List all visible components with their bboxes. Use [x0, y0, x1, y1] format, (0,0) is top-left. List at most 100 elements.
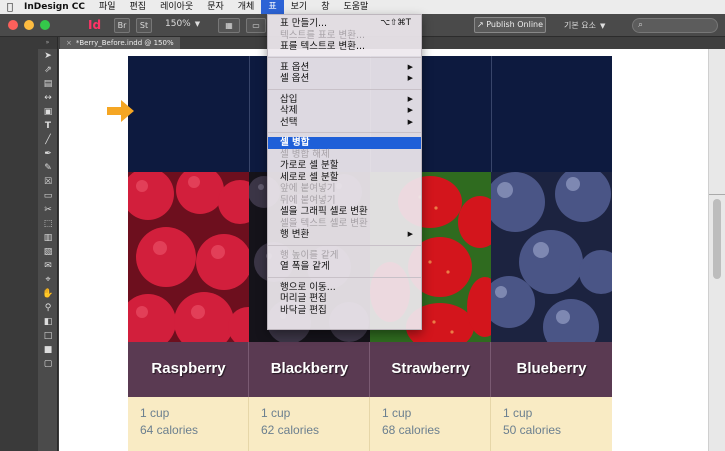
menu-item[interactable]: 표 옵션 ▶	[268, 62, 421, 74]
workspace-switcher[interactable]: 기본 요소 ▼	[564, 20, 605, 31]
blueberry-image	[491, 172, 612, 342]
minimize-window-button[interactable]	[24, 20, 34, 30]
menu-item[interactable]: 표 만들기... ⌥⇧⌘T	[268, 18, 421, 30]
menu-item-label: 셀 병합 해제	[280, 148, 330, 160]
menu-item[interactable]: 세로로 셀 분할	[268, 172, 421, 184]
table-cell-name[interactable]: Raspberry	[128, 342, 249, 397]
menu-item[interactable]: 머리글 편집	[268, 293, 421, 305]
pencil-tool-icon[interactable]: ✎	[38, 161, 58, 175]
view-options-icon[interactable]: ▦	[218, 18, 240, 33]
serving-amount: 1 cup	[503, 406, 533, 420]
serving-amount: 1 cup	[140, 406, 170, 420]
close-window-button[interactable]	[8, 20, 18, 30]
gradient-swatch-tool-icon[interactable]: ▥	[38, 231, 58, 245]
line-tool-icon[interactable]: ╱	[38, 133, 58, 147]
menu-view[interactable]: 보기	[284, 0, 315, 14]
raspberry-photo[interactable]	[128, 172, 249, 342]
menu-item-label: 셀 옵션	[280, 73, 310, 84]
zoom-tool-icon[interactable]: ⚲	[38, 301, 58, 315]
table-cell-info[interactable]: 1 cup 64 calories	[128, 397, 249, 451]
menu-item-label: 뒤에 붙여넣기	[280, 194, 336, 206]
menu-item[interactable]: 행으로 이동...	[268, 282, 421, 294]
note-tool-icon[interactable]: ✉	[38, 259, 58, 273]
formatting-affects-icon[interactable]: □	[38, 329, 58, 343]
rectangle-frame-tool-icon[interactable]: ☒	[38, 175, 58, 189]
menu-item-label: 표 만들기...	[280, 18, 328, 29]
menu-item[interactable]: 바닥글 편집	[268, 305, 421, 317]
menu-layout[interactable]: 레이아웃	[153, 0, 200, 14]
menu-item-label: 행으로 이동...	[280, 281, 336, 293]
menu-file[interactable]: 파일	[92, 0, 123, 14]
publish-online-button[interactable]: ↗ Publish Online	[474, 17, 546, 33]
menu-item-label: 머리글 편집	[280, 293, 327, 304]
menu-window[interactable]: 창	[314, 0, 336, 14]
table-cell-info[interactable]: 1 cup 62 calories	[249, 397, 370, 451]
workspace-label: 기본 요소	[564, 21, 596, 30]
menu-help[interactable]: 도움말	[336, 0, 375, 14]
table-cell-name[interactable]: Strawberry	[370, 342, 491, 397]
document-tab[interactable]: × *Berry_Before.indd @ 150%	[60, 37, 180, 49]
menu-item-label: 표를 텍스트로 변환...	[280, 41, 366, 52]
document-tab-title: *Berry_Before.indd @ 150%	[75, 39, 174, 47]
type-tool-icon[interactable]: T	[38, 119, 58, 133]
publish-online-label: Publish Online	[486, 20, 544, 29]
menu-item[interactable]: 셀을 그래픽 셀로 변환	[268, 206, 421, 218]
free-transform-tool-icon[interactable]: ⬚	[38, 217, 58, 231]
calorie-count: 68 calories	[382, 423, 441, 437]
apple-icon[interactable]: 	[0, 2, 20, 13]
hand-tool-icon[interactable]: ✋	[38, 287, 58, 301]
table-cell-name[interactable]: Blueberry	[491, 342, 612, 397]
menu-separator	[268, 88, 421, 90]
submenu-arrow-icon: ▶	[407, 230, 413, 238]
menu-item[interactable]: 삭제 ▶	[268, 105, 421, 117]
column-divider	[249, 56, 250, 172]
close-tab-icon[interactable]: ×	[66, 39, 72, 47]
content-collector-icon[interactable]: ▣	[38, 105, 58, 119]
menu-bar:  InDesign CC 파일 편집 레이아웃 문자 개체 표 보기 창 도움…	[0, 0, 725, 14]
menu-object[interactable]: 개체	[231, 0, 262, 14]
menu-type[interactable]: 문자	[200, 0, 231, 14]
apply-color-icon[interactable]: ■	[38, 343, 58, 357]
menu-table[interactable]: 표	[261, 0, 284, 14]
menu-edit[interactable]: 편집	[123, 0, 154, 14]
direct-selection-tool-icon[interactable]: ⇗	[38, 63, 58, 77]
selection-tool-icon[interactable]: ➤	[38, 49, 58, 63]
gradient-feather-tool-icon[interactable]: ▧	[38, 245, 58, 259]
menu-item: 셀 병합 해제	[268, 149, 421, 161]
screen-mode-tool-icon[interactable]: ▢	[38, 357, 58, 371]
menu-item[interactable]: 셀 옵션 ▶	[268, 73, 421, 85]
menu-item[interactable]: 열 폭을 같게	[268, 261, 421, 273]
scissors-tool-icon[interactable]: ✂	[38, 203, 58, 217]
gap-tool-icon[interactable]: ↔	[38, 91, 58, 105]
zoom-window-button[interactable]	[40, 20, 50, 30]
scrollbar-thumb[interactable]	[713, 199, 721, 279]
menu-item[interactable]: 행 변환 ▶	[268, 229, 421, 241]
rectangle-tool-icon[interactable]: ▭	[38, 189, 58, 203]
menu-item[interactable]: 삽입 ▶	[268, 94, 421, 106]
menu-item[interactable]: 선택 ▶	[268, 117, 421, 129]
pen-tool-icon[interactable]: ✒	[38, 147, 58, 161]
screen-mode-icon[interactable]: ▭	[246, 18, 266, 33]
table-cell-info[interactable]: 1 cup 50 calories	[491, 397, 612, 451]
eyedropper-tool-icon[interactable]: ⌖	[38, 273, 58, 287]
search-icon: ⌕	[638, 20, 644, 30]
blueberry-photo[interactable]	[491, 172, 612, 342]
submenu-arrow-icon: ▶	[407, 62, 413, 71]
menu-item[interactable]: 표를 텍스트로 변환...	[268, 41, 421, 53]
page-tool-icon[interactable]: ▤	[38, 77, 58, 91]
table-dropdown-menu: 표 만들기... ⌥⇧⌘T 텍스트를 표로 변환... 표를 텍스트로 변환... 표 …	[267, 14, 422, 330]
menu-item[interactable]: 셀 병합	[268, 137, 421, 149]
fill-stroke-icon[interactable]: ◧	[38, 315, 58, 329]
app-menu[interactable]: InDesign CC	[20, 0, 92, 14]
stock-button[interactable]: St	[136, 18, 152, 33]
berry-name: Blackberry	[270, 360, 349, 377]
vertical-scrollbar[interactable]	[708, 49, 725, 451]
zoom-level-dropdown[interactable]: 150% ▼	[165, 19, 200, 29]
table-cell-info[interactable]: 1 cup 68 calories	[370, 397, 491, 451]
search-field[interactable]: ⌕	[632, 18, 718, 33]
menu-item[interactable]: 가로로 셀 분할	[268, 160, 421, 172]
bridge-button[interactable]: Br	[114, 18, 130, 33]
menu-separator	[268, 132, 421, 133]
panel-collapse-icon[interactable]: »	[38, 37, 57, 49]
table-cell-name[interactable]: Blackberry	[249, 342, 370, 397]
